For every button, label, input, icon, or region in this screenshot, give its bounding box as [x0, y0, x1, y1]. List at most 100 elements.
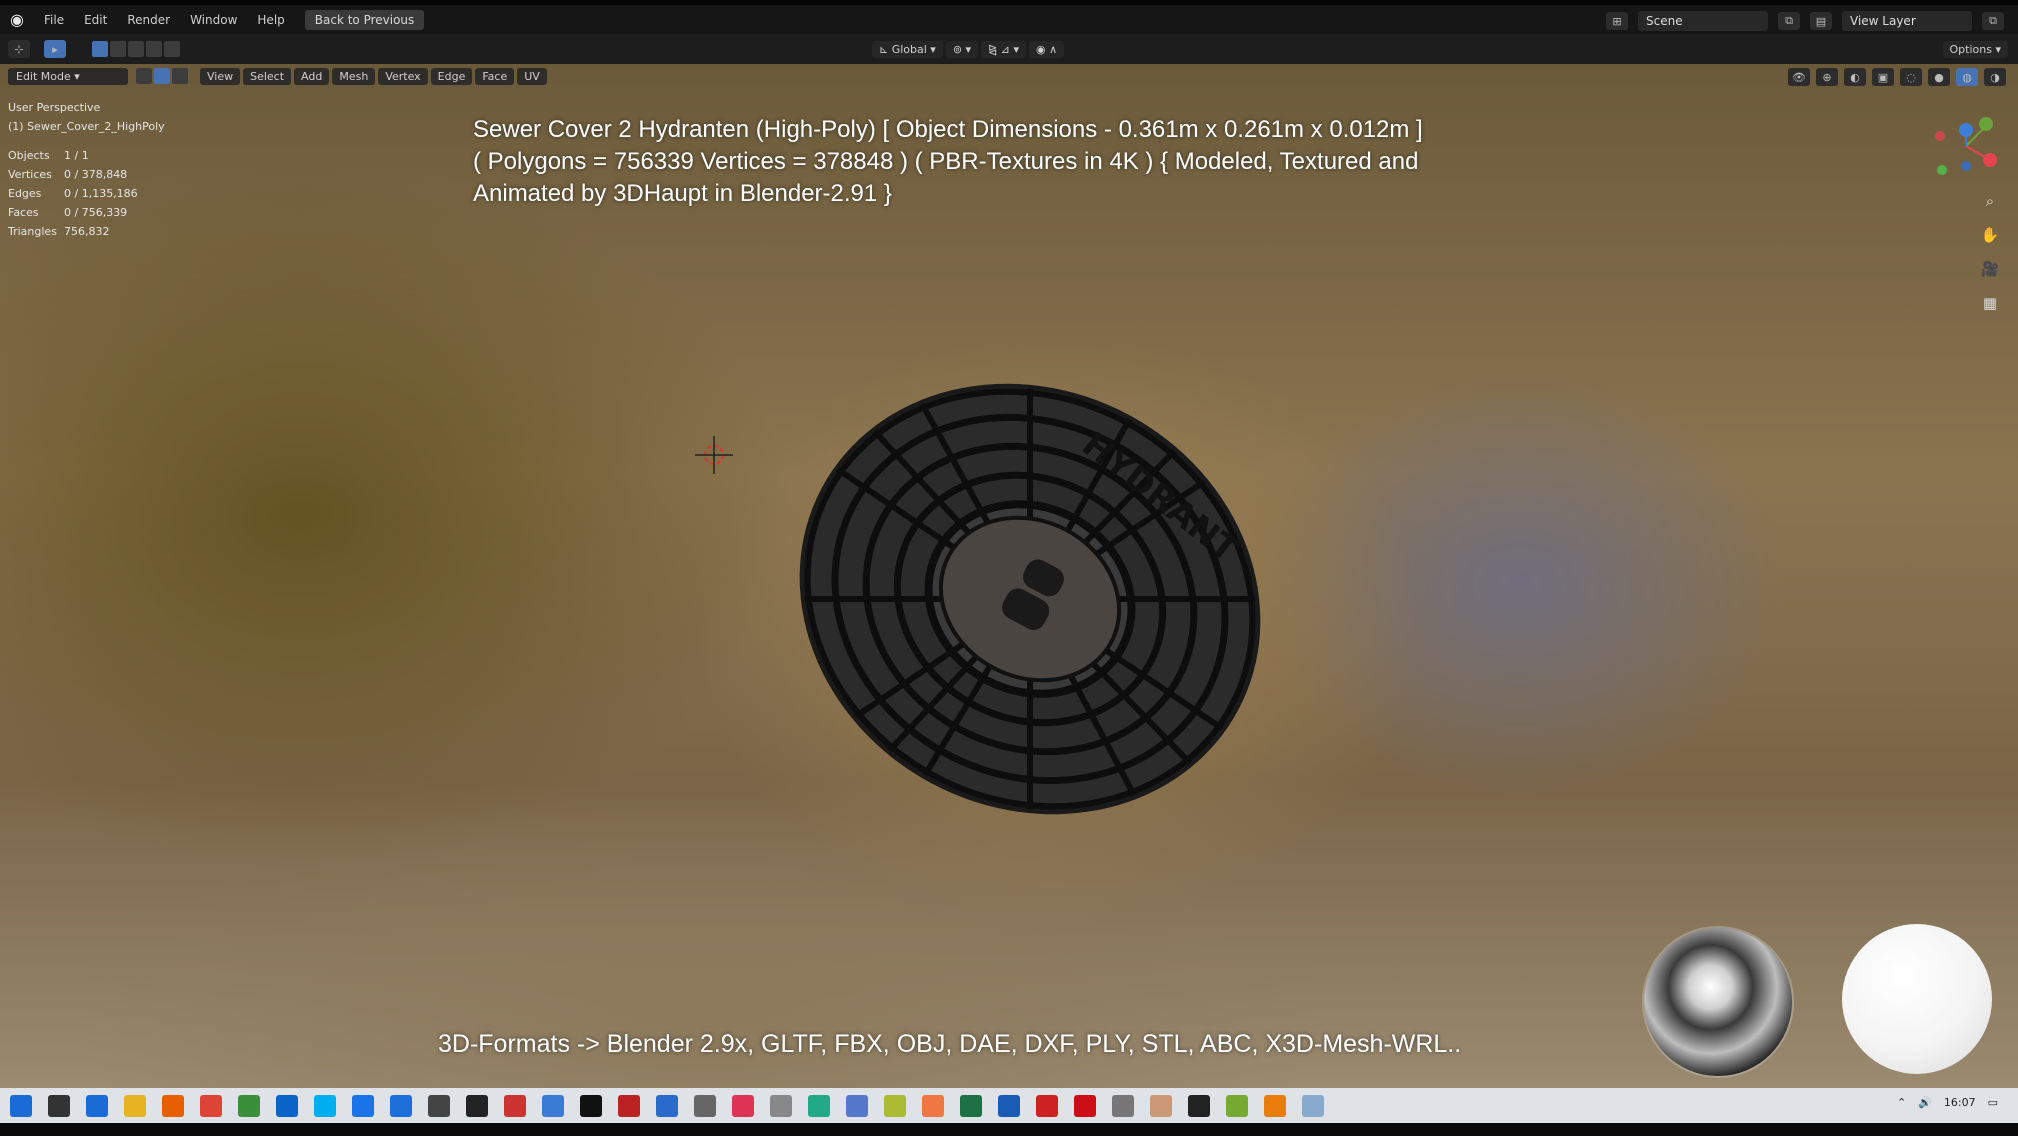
app-icon[interactable] — [1112, 1094, 1134, 1117]
chrome-icon[interactable] — [200, 1094, 222, 1117]
perspective-toggle-icon[interactable]: ▦ — [1978, 294, 2002, 314]
top-bar: ◉ File Edit Render Window Help Back to P… — [0, 0, 2018, 34]
app-icon[interactable] — [1188, 1094, 1210, 1117]
menu-render[interactable]: Render — [117, 13, 180, 27]
app-icon[interactable] — [580, 1094, 602, 1117]
view-layer-field[interactable]: View Layer — [1842, 11, 1972, 31]
app-icon[interactable] — [466, 1094, 488, 1117]
app-icon[interactable] — [504, 1094, 526, 1117]
volume-icon[interactable]: 🔊 — [1918, 1096, 1932, 1109]
firefox-icon[interactable] — [162, 1094, 184, 1117]
notification-icon[interactable]: ▭ — [1988, 1096, 1998, 1109]
transform-orientation-label: Global — [891, 42, 927, 56]
view-layer-icon[interactable]: ▤ — [1810, 12, 1832, 30]
select-mode-subtract-icon[interactable] — [128, 41, 144, 57]
clock[interactable]: 16:07 — [1944, 1096, 1976, 1109]
bottom-status-strip — [0, 1123, 2018, 1136]
app-icon[interactable] — [1302, 1094, 1324, 1117]
blender-logo-icon[interactable]: ◉ — [0, 10, 34, 29]
app-icon[interactable] — [656, 1094, 678, 1117]
mode-dropdown[interactable]: Edit Mode ▾ — [8, 67, 128, 85]
scene-field[interactable]: Scene — [1638, 11, 1768, 31]
word-icon[interactable] — [998, 1094, 1020, 1117]
new-view-layer-icon[interactable]: ⧉ — [1982, 12, 2004, 30]
scene-icon[interactable]: ⊞ — [1606, 12, 1628, 30]
app-icon[interactable] — [846, 1094, 868, 1117]
vertex-select-icon[interactable] — [136, 68, 152, 84]
stats-row: Triangles 756,832 — [8, 225, 110, 238]
pivot-point-dropdown[interactable]: ⊚ ▾ — [945, 40, 979, 58]
select-mode-extend-icon[interactable] — [110, 41, 126, 57]
gizmo-y-axis[interactable] — [1979, 117, 1993, 131]
stats-row: Edges 0 / 1,135,186 — [8, 187, 138, 200]
app-icon[interactable] — [428, 1094, 450, 1117]
camera-view-icon[interactable]: 🎥 — [1978, 260, 2002, 280]
description-line-3: Animated by 3DHaupt in Blender-2.91 } — [473, 180, 892, 207]
app-icon[interactable] — [618, 1094, 640, 1117]
menu-edit[interactable]: Edit — [74, 13, 117, 27]
app-icon[interactable] — [542, 1094, 564, 1117]
windows-icon[interactable] — [10, 1094, 32, 1117]
skype-icon[interactable] — [314, 1094, 336, 1117]
tray-chevron-icon[interactable]: ⌃ — [1897, 1096, 1906, 1109]
app-icon[interactable] — [390, 1094, 412, 1117]
back-to-previous-button[interactable]: Back to Previous — [304, 9, 425, 30]
tool-header: ⊹ ▸ ⊾ Global ▾ ⊚ ▾ ⧎ ⊿ ▾ ◉ ∧ Options ▾ — [0, 34, 2018, 64]
snap-toggle[interactable]: ⧎ ⊿ ▾ — [981, 40, 1027, 58]
face-select-icon[interactable] — [172, 68, 188, 84]
new-scene-icon[interactable]: ⧉ — [1778, 12, 1800, 30]
explorer-icon[interactable] — [124, 1094, 146, 1117]
app-icon[interactable] — [732, 1094, 754, 1117]
select-tool-icon[interactable]: ▸ — [44, 40, 66, 58]
hdri-chrome-sphere — [1644, 928, 1792, 1076]
gizmo-neg-z-axis[interactable] — [1961, 161, 1971, 171]
edge-icon[interactable] — [352, 1094, 374, 1117]
options-dropdown[interactable]: Options ▾ — [1942, 40, 2008, 58]
transform-orientation-dropdown[interactable]: ⊾ Global ▾ — [872, 40, 943, 58]
menu-face[interactable]: Face — [475, 67, 515, 85]
system-tray: ⌃ 🔊 16:07 ▭ — [1897, 1096, 1998, 1109]
app-icon[interactable] — [884, 1094, 906, 1117]
excel-icon[interactable] — [960, 1094, 982, 1117]
select-mode-intersect-icon[interactable] — [164, 41, 180, 57]
search-icon[interactable] — [48, 1094, 70, 1117]
store-icon[interactable] — [86, 1094, 108, 1117]
app-icon[interactable] — [808, 1094, 830, 1117]
opera-icon[interactable] — [1074, 1094, 1096, 1117]
scene-controls: ⊞ Scene ⧉ ▤ View Layer ⧉ — [1606, 11, 2004, 31]
app-icon[interactable] — [1226, 1094, 1248, 1117]
select-mode-new-icon[interactable] — [92, 41, 108, 57]
menu-window[interactable]: Window — [180, 13, 247, 27]
navigation-gizmo[interactable] — [1920, 104, 2000, 184]
gizmo-neg-x-axis[interactable] — [1935, 131, 1945, 141]
outlook-icon[interactable] — [276, 1094, 298, 1117]
app-icon[interactable] — [1150, 1094, 1172, 1117]
menu-mesh[interactable]: Mesh — [332, 67, 376, 85]
editor-type-icon[interactable]: ⊹ — [8, 40, 30, 58]
app-icon[interactable] — [922, 1094, 944, 1117]
3d-viewport[interactable]: 👁 ⊕ ◐ ▣ ◌ ● ◍ ◑ User Perspective (1) Sew… — [0, 64, 2018, 1088]
pan-hand-icon[interactable]: ✋ — [1978, 226, 2002, 246]
menu-select[interactable]: Select — [243, 67, 292, 85]
menu-add[interactable]: Add — [294, 67, 330, 85]
blender-icon[interactable] — [1264, 1094, 1286, 1117]
zoom-icon[interactable]: ⌕ — [1978, 192, 2002, 212]
hdri-diffuse-sphere — [1842, 924, 1992, 1074]
menu-file[interactable]: File — [34, 13, 74, 27]
app-icon[interactable] — [694, 1094, 716, 1117]
gizmo-z-axis[interactable] — [1959, 123, 1973, 137]
notes-icon[interactable] — [238, 1094, 260, 1117]
select-mode-invert-icon[interactable] — [146, 41, 162, 57]
menu-vertex[interactable]: Vertex — [378, 67, 428, 85]
edge-select-icon[interactable] — [154, 68, 170, 84]
menu-view[interactable]: View — [200, 67, 241, 85]
gizmo-x-axis[interactable] — [1983, 153, 1997, 167]
gizmo-neg-y-axis[interactable] — [1937, 165, 1947, 175]
sewer-cover-mesh[interactable]: HYDRANT — [780, 354, 1280, 844]
menu-help[interactable]: Help — [247, 13, 294, 27]
proportional-edit-toggle[interactable]: ◉ ∧ — [1029, 40, 1065, 58]
menu-edge[interactable]: Edge — [430, 67, 473, 85]
menu-uv[interactable]: UV — [517, 67, 547, 85]
app-icon[interactable] — [1036, 1094, 1058, 1117]
app-icon[interactable] — [770, 1094, 792, 1117]
